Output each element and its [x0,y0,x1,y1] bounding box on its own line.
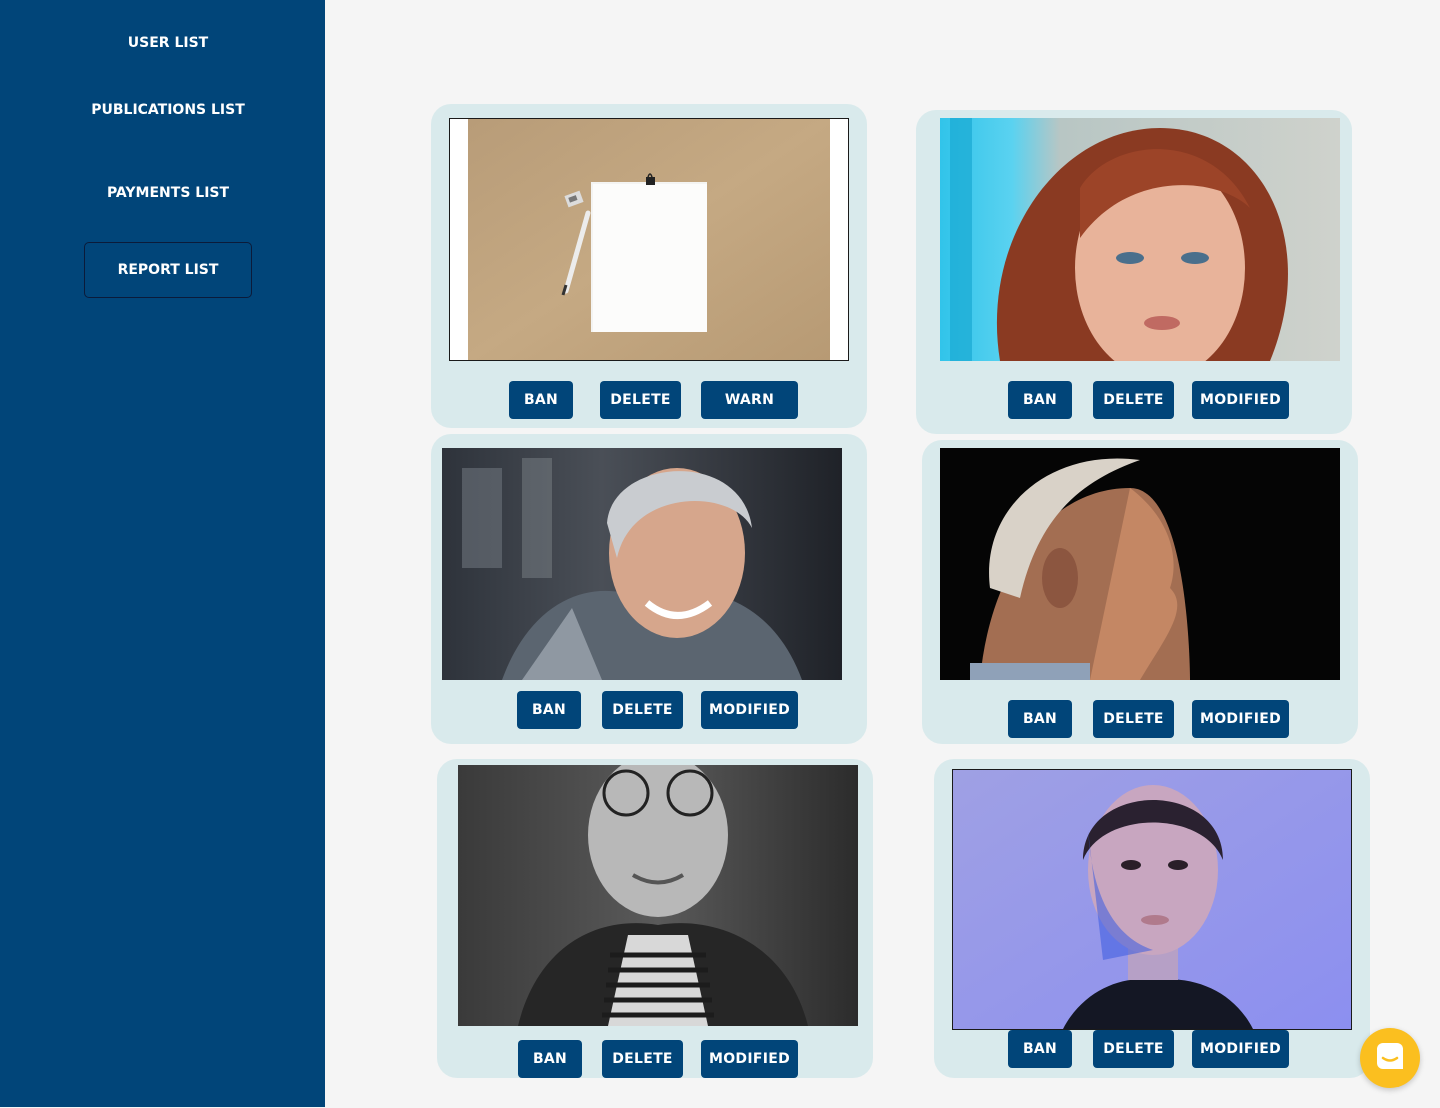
ban-button[interactable]: BAN [518,1040,582,1078]
report-card: BAN DELETE MODIFIED [916,110,1352,434]
elderly-woman-glasses-bw-portrait [458,765,858,1026]
modified-button[interactable]: MODIFIED [701,691,798,729]
delete-button[interactable]: DELETE [602,1040,683,1078]
sidebar: USER LIST PUBLICATIONS LIST PAYMENTS LIS… [0,0,325,1107]
delete-button[interactable]: DELETE [1093,1030,1174,1068]
delete-button[interactable]: DELETE [1093,700,1174,738]
elderly-man-profile-portrait [940,448,1340,680]
red-haired-woman-portrait [940,118,1340,361]
sidebar-item-user-list[interactable]: USER LIST [0,35,336,51]
report-card: BAN DELETE MODIFIED [431,434,867,744]
paper-and-pencil-photo [449,118,849,361]
report-card: BAN DELETE MODIFIED [934,759,1370,1078]
delete-button[interactable]: DELETE [1093,381,1174,419]
sidebar-item-payments-list[interactable]: PAYMENTS LIST [0,185,336,201]
warn-button[interactable]: WARN [701,381,798,419]
woman-purple-light-portrait [952,769,1352,1030]
ban-button[interactable]: BAN [1008,381,1072,419]
modified-button[interactable]: MODIFIED [1192,1030,1289,1068]
sidebar-item-publications-list[interactable]: PUBLICATIONS LIST [0,102,336,118]
report-card: BAN DELETE WARN [431,104,867,428]
modified-button[interactable]: MODIFIED [1192,381,1289,419]
ban-button[interactable]: BAN [1008,700,1072,738]
ban-button[interactable]: BAN [509,381,573,419]
ban-button[interactable]: BAN [517,691,581,729]
ban-button[interactable]: BAN [1008,1030,1072,1068]
smiling-elderly-woman-portrait [442,448,842,680]
modified-button[interactable]: MODIFIED [701,1040,798,1078]
delete-button[interactable]: DELETE [602,691,683,729]
modified-button[interactable]: MODIFIED [1192,700,1289,738]
delete-button[interactable]: DELETE [600,381,681,419]
report-card: BAN DELETE MODIFIED [922,440,1358,744]
chat-launcher-button[interactable] [1360,1028,1420,1088]
sidebar-item-report-list[interactable]: REPORT LIST [84,242,252,298]
report-card: BAN DELETE MODIFIED [437,759,873,1078]
chat-icon [1375,1041,1405,1076]
